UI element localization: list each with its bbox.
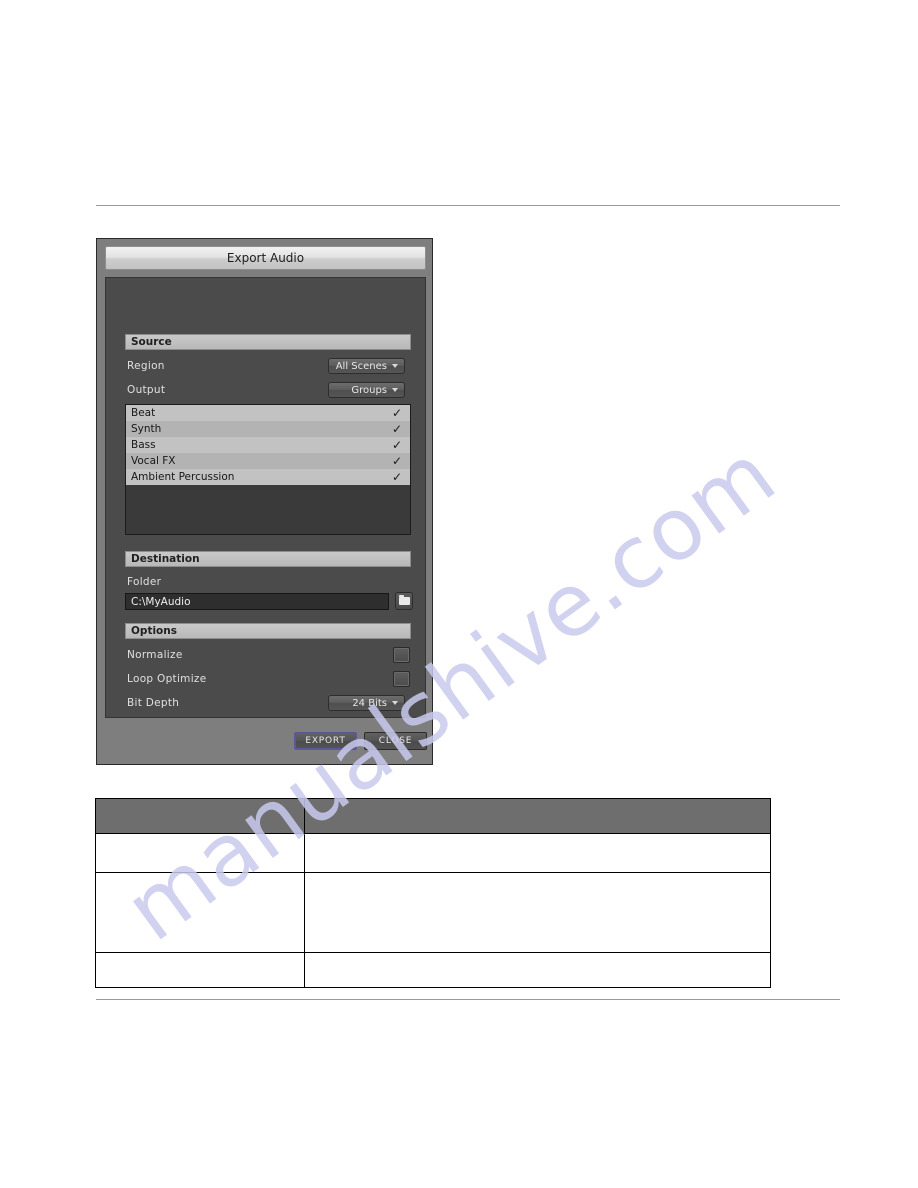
table-row xyxy=(95,833,771,873)
normalize-label: Normalize xyxy=(127,649,183,661)
checkmark-icon[interactable]: ✓ xyxy=(392,423,402,435)
table-header-cell-term xyxy=(95,798,305,834)
list-item-label: Vocal FX xyxy=(131,455,176,467)
list-item-label: Synth xyxy=(131,423,162,435)
close-button-label: CLOSE xyxy=(378,736,413,746)
table-row xyxy=(95,872,771,953)
list-item[interactable]: Synth ✓ xyxy=(126,421,410,437)
region-label: Region xyxy=(127,360,165,372)
checkmark-icon[interactable]: ✓ xyxy=(392,439,402,451)
bit-depth-label: Bit Depth xyxy=(127,697,180,709)
list-item[interactable]: Beat ✓ xyxy=(126,405,410,421)
dialog-footer: EXPORT CLOSE xyxy=(97,724,432,764)
normalize-checkbox[interactable] xyxy=(393,647,410,663)
list-item[interactable]: Bass ✓ xyxy=(126,437,410,453)
table-header-row xyxy=(95,798,771,834)
table-cell-term xyxy=(95,833,305,873)
spec-table xyxy=(95,798,771,988)
folder-browse-button[interactable] xyxy=(395,592,413,610)
bit-depth-dropdown-value: 24 Bits xyxy=(352,697,387,709)
loop-optimize-label: Loop Optimize xyxy=(127,673,207,685)
dialog-title: Export Audio xyxy=(226,251,305,265)
table-row xyxy=(95,952,771,988)
folder-icon xyxy=(398,595,410,605)
folder-path-value: C:\MyAudio xyxy=(131,595,191,608)
table-cell-description xyxy=(304,872,771,953)
checkmark-icon[interactable]: ✓ xyxy=(392,407,402,419)
table-cell-term xyxy=(95,872,305,953)
output-dropdown-value: Groups xyxy=(351,384,387,396)
table-cell-term xyxy=(95,952,305,988)
output-label: Output xyxy=(127,384,166,396)
list-item-label: Bass xyxy=(131,439,156,451)
list-item[interactable]: Vocal FX ✓ xyxy=(126,453,410,469)
page-rule-bottom xyxy=(96,999,840,1000)
bit-depth-dropdown[interactable]: 24 Bits xyxy=(328,695,405,711)
table-cell-description xyxy=(304,952,771,988)
table-header-cell-description xyxy=(304,798,771,834)
checkmark-icon[interactable]: ✓ xyxy=(392,471,402,483)
export-button[interactable]: EXPORT xyxy=(294,732,357,750)
close-button[interactable]: CLOSE xyxy=(364,732,427,750)
section-header-options-label: Options xyxy=(131,625,177,637)
folder-label: Folder xyxy=(127,576,162,588)
checkmark-icon[interactable]: ✓ xyxy=(392,455,402,467)
section-header-destination: Destination xyxy=(125,551,411,567)
chevron-down-icon xyxy=(392,701,398,705)
section-header-source-label: Source xyxy=(131,336,172,348)
section-header-source: Source xyxy=(125,334,411,350)
list-item[interactable]: Ambient Percussion ✓ xyxy=(126,469,410,485)
export-audio-dialog: Export Audio Source Region All Scenes Ou… xyxy=(96,238,433,765)
region-dropdown-value: All Scenes xyxy=(335,360,387,372)
output-dropdown[interactable]: Groups xyxy=(328,382,405,398)
region-dropdown[interactable]: All Scenes xyxy=(328,358,405,374)
folder-path-input[interactable]: C:\MyAudio xyxy=(125,593,389,610)
list-item-label: Beat xyxy=(131,407,156,419)
dialog-titlebar: Export Audio xyxy=(105,246,426,270)
page-rule-top xyxy=(96,205,840,206)
section-header-destination-label: Destination xyxy=(131,553,200,565)
chevron-down-icon xyxy=(392,388,398,392)
dialog-body: Source Region All Scenes Output Groups B… xyxy=(105,277,426,747)
section-header-options: Options xyxy=(125,623,411,639)
list-item-label: Ambient Percussion xyxy=(131,471,235,483)
loop-optimize-checkbox[interactable] xyxy=(393,671,410,687)
export-button-label: EXPORT xyxy=(305,736,346,746)
chevron-down-icon xyxy=(392,364,398,368)
group-list[interactable]: Beat ✓ Synth ✓ Bass ✓ Vocal FX ✓ Ambient… xyxy=(125,404,411,535)
table-cell-description xyxy=(304,833,771,873)
